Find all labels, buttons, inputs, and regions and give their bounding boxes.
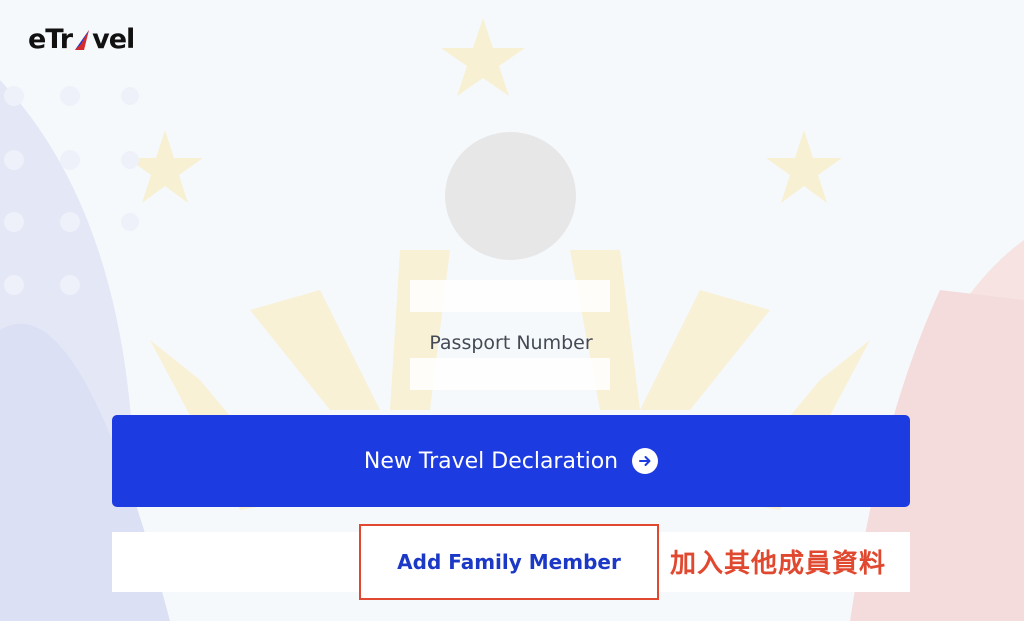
etravel-page: eTr vel Passport Number New Travel Decla…: [0, 0, 1024, 621]
paper-plane-icon: [75, 29, 90, 50]
logo-text-left: eTr: [28, 24, 73, 55]
add-family-member-label: Add Family Member: [397, 550, 621, 574]
annotation-note: 加入其他成員資料: [670, 549, 887, 579]
arrow-right-circle-icon: [632, 448, 659, 474]
avatar: [445, 132, 576, 260]
passport-number-value: [410, 358, 610, 390]
etravel-logo[interactable]: eTr vel: [28, 24, 135, 55]
passport-number-label: Passport Number: [429, 332, 593, 354]
new-travel-declaration-label: New Travel Declaration: [363, 448, 619, 474]
logo-text-right: vel: [92, 24, 135, 55]
new-travel-declaration-button[interactable]: New Travel Declaration: [112, 415, 910, 507]
add-family-member-button[interactable]: Add Family Member: [359, 524, 659, 600]
traveler-name-field: [410, 280, 610, 312]
